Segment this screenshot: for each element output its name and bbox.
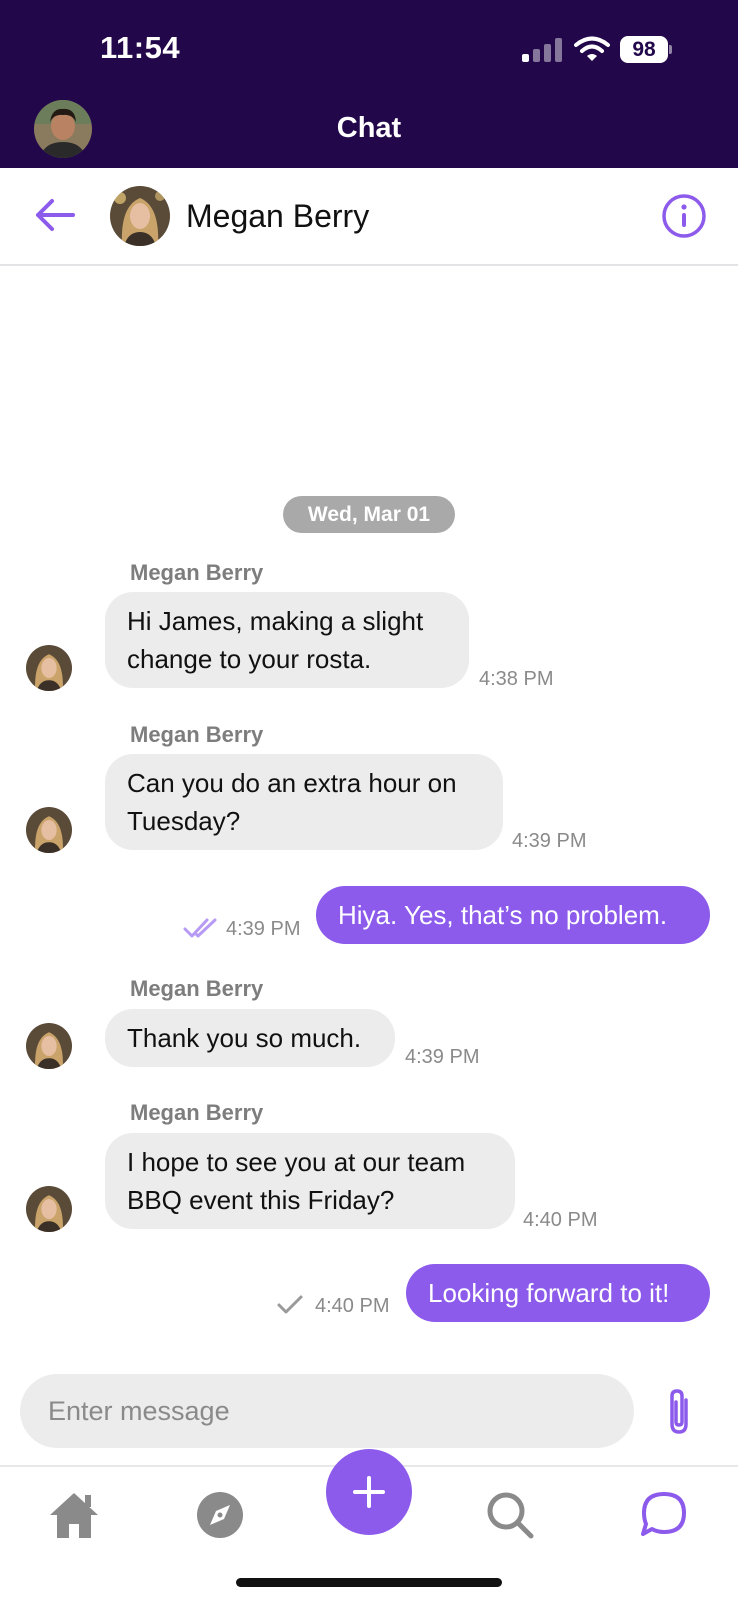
plus-icon <box>353 1476 385 1508</box>
message-sender: Megan Berry <box>130 722 264 747</box>
sender-avatar[interactable] <box>26 807 72 853</box>
message-text: Thank you so much. <box>127 1023 362 1053</box>
message-time: 4:40 PM <box>315 1295 390 1317</box>
message-time: 4:39 PM <box>405 1046 480 1068</box>
message-time: 4:39 PM <box>226 918 301 940</box>
message-sender: Megan Berry <box>130 560 264 585</box>
incoming-message-bubble[interactable]: Can you do an extra hour on Tuesday? <box>105 754 503 850</box>
app-top-bar: 11:54 98 Chat <box>0 0 738 168</box>
nav-explore[interactable] <box>190 1485 250 1545</box>
message-sender: Megan Berry <box>130 976 264 1001</box>
arrow-left-icon <box>36 199 75 231</box>
message-sender: Megan Berry <box>130 1100 264 1125</box>
sender-avatar[interactable] <box>26 1023 72 1069</box>
battery-icon: 98 <box>620 36 672 63</box>
paperclip-icon <box>670 1389 688 1434</box>
double-check-icon <box>183 918 217 938</box>
search-icon <box>487 1492 534 1539</box>
wifi-icon <box>574 36 610 61</box>
incoming-message-bubble[interactable]: Hi James, making a slight change to your… <box>105 592 469 688</box>
date-separator: Wed, Mar 01 <box>283 496 455 533</box>
message-time: 4:39 PM <box>512 830 587 852</box>
message-text-line: BBQ event this Friday? <box>127 1185 395 1215</box>
message-text: Looking forward to it! <box>428 1278 670 1308</box>
home-icon <box>50 1493 98 1538</box>
message-text-line: Can you do an extra hour on <box>127 768 457 798</box>
incoming-message-bubble[interactable]: Thank you so much. <box>105 1009 395 1067</box>
nav-search[interactable] <box>480 1485 540 1545</box>
sender-avatar[interactable] <box>26 645 72 691</box>
nav-chat[interactable] <box>634 1485 694 1545</box>
new-item-button[interactable] <box>326 1449 412 1535</box>
home-indicator <box>236 1578 502 1587</box>
attach-button[interactable] <box>658 1386 702 1438</box>
back-button[interactable] <box>30 190 80 240</box>
check-icon <box>277 1295 303 1314</box>
status-time: 11:54 <box>100 30 181 65</box>
outgoing-message-bubble[interactable]: Looking forward to it! <box>406 1264 710 1322</box>
info-button[interactable] <box>660 192 708 240</box>
message-text-line: Tuesday? <box>127 806 241 836</box>
message-input[interactable] <box>20 1374 634 1448</box>
message-text-line: Hi James, making a slight <box>127 606 424 636</box>
message-time: 4:40 PM <box>523 1209 598 1231</box>
cellular-signal-icon <box>522 38 562 62</box>
nav-home[interactable] <box>44 1485 104 1545</box>
message-time: 4:38 PM <box>479 668 554 690</box>
incoming-message-bubble[interactable]: I hope to see you at our team BBQ event … <box>105 1133 515 1229</box>
message-text-line: I hope to see you at our team <box>127 1147 466 1177</box>
compass-icon <box>197 1492 243 1538</box>
message-text-line: change to your rosta. <box>127 644 372 674</box>
sender-avatar[interactable] <box>26 1186 72 1232</box>
info-icon <box>662 194 706 238</box>
battery-level: 98 <box>620 36 668 63</box>
contact-avatar[interactable] <box>110 186 170 246</box>
contact-name: Megan Berry <box>186 198 370 234</box>
outgoing-message-bubble[interactable]: Hiya. Yes, that’s no problem. <box>316 886 710 944</box>
message-text: Hiya. Yes, that’s no problem. <box>338 900 668 930</box>
app-title: Chat <box>336 112 402 144</box>
chat-bubble-icon <box>641 1492 686 1536</box>
chat-header: Megan Berry <box>0 168 738 266</box>
